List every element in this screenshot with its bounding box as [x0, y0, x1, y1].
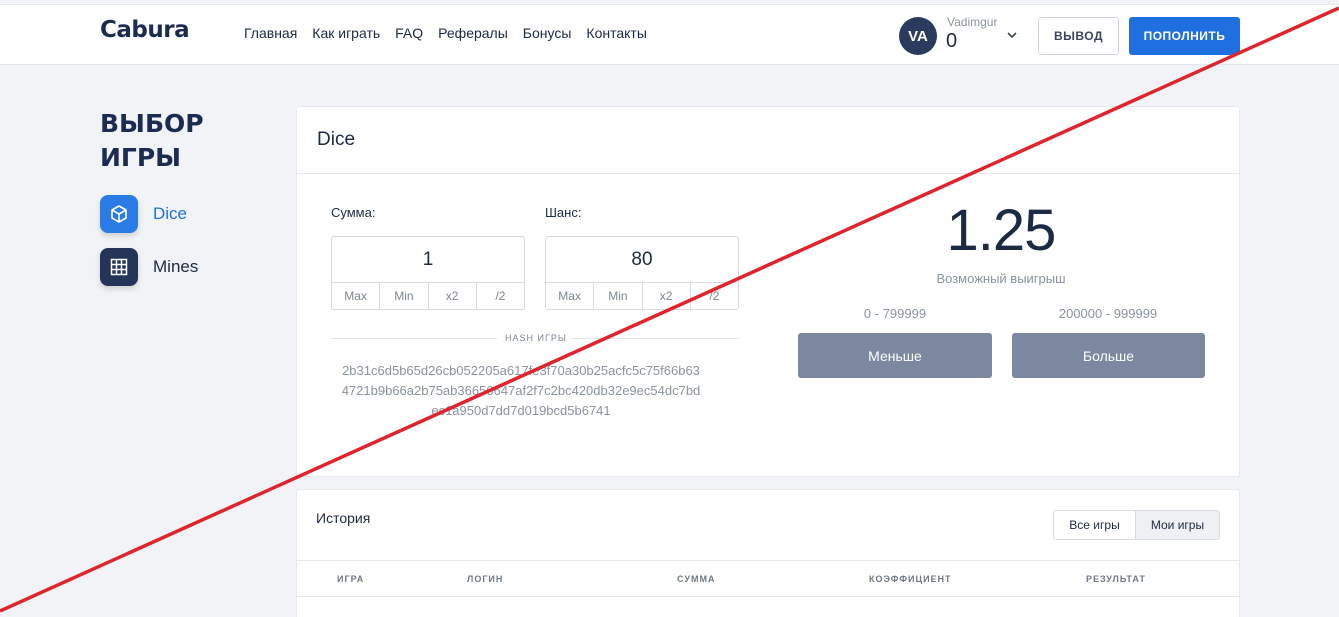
chance-input-group: Max Min x2 /2	[545, 236, 739, 310]
history-card: История Все игры Мои игры ИГРА ЛОГИН СУМ…	[296, 489, 1240, 617]
nav-how-to-play[interactable]: Как играть	[312, 25, 380, 41]
sum-min-button[interactable]: Min	[380, 283, 429, 309]
divider	[297, 596, 1239, 597]
top-header: Cabura Главная Как играть FAQ Рефералы Б…	[0, 4, 1339, 65]
nav-faq[interactable]: FAQ	[395, 25, 423, 41]
column-header-sum: СУММА	[677, 574, 716, 584]
main-nav: Главная Как играть FAQ Рефералы Бонусы К…	[244, 25, 647, 41]
divider	[331, 338, 497, 339]
chance-label: Шанс:	[545, 205, 582, 220]
sidebar-item-mines[interactable]: Mines	[100, 248, 198, 286]
more-range: 200000 - 999999	[1058, 306, 1158, 321]
chance-modifiers: Max Min x2 /2	[546, 282, 738, 309]
chevron-down-icon[interactable]	[1006, 29, 1018, 41]
hash-title: HASH ИГРЫ	[505, 333, 567, 343]
sum-label: Сумма:	[331, 205, 376, 220]
logo[interactable]: Cabura	[100, 17, 190, 43]
filter-my-games[interactable]: Мои игры	[1136, 511, 1219, 539]
divider	[571, 338, 739, 339]
sidebar-item-dice[interactable]: Dice	[100, 195, 187, 233]
column-header-result: РЕЗУЛЬТАТ	[1086, 574, 1146, 584]
sum-modifiers: Max Min x2 /2	[332, 282, 524, 309]
column-header-login: ЛОГИН	[467, 574, 504, 584]
less-range: 0 - 799999	[863, 306, 927, 321]
nav-referrals[interactable]: Рефералы	[438, 25, 508, 41]
sum-input-group: Max Min x2 /2	[331, 236, 525, 310]
chance-max-button[interactable]: Max	[546, 283, 595, 309]
sidebar-item-label: Mines	[153, 257, 199, 276]
chance-half-button[interactable]: /2	[691, 283, 738, 309]
divider	[297, 173, 1239, 174]
history-title: История	[316, 510, 371, 526]
avatar[interactable]: VA	[899, 17, 937, 55]
sum-input[interactable]	[332, 237, 524, 282]
username: Vadimgur	[947, 15, 998, 29]
sum-double-button[interactable]: x2	[429, 283, 477, 309]
sum-half-button[interactable]: /2	[477, 283, 524, 309]
cube-icon	[100, 195, 138, 233]
dice-game-card: Dice Сумма: Max Min x2 /2 Шанс: Max Min …	[296, 106, 1240, 477]
hash-value: 2b31c6d5b65d26cb052205a617fe3f70a30b25ac…	[341, 363, 701, 418]
column-header-coefficient: КОЭФФИЦИЕНТ	[869, 574, 952, 584]
sum-max-button[interactable]: Max	[332, 283, 381, 309]
divider	[297, 560, 1239, 561]
sidebar-item-label: Dice	[153, 204, 188, 223]
chance-double-button[interactable]: x2	[643, 283, 691, 309]
history-filter: Все игры Мои игры	[1053, 510, 1220, 540]
deposit-button[interactable]: ПОПОЛНИТЬ	[1129, 17, 1240, 55]
bet-less-button[interactable]: Меньше	[798, 333, 992, 378]
filter-all-games[interactable]: Все игры	[1054, 511, 1136, 539]
nav-home[interactable]: Главная	[244, 25, 297, 41]
nav-bonuses[interactable]: Бонусы	[523, 25, 572, 41]
withdraw-button[interactable]: ВЫВОД	[1038, 17, 1119, 55]
page: Cabura Главная Как играть FAQ Рефералы Б…	[0, 0, 1339, 617]
grid-icon	[100, 248, 138, 286]
bet-more-button[interactable]: Больше	[1012, 333, 1205, 378]
column-header-game: ИГРА	[337, 574, 365, 584]
chance-min-button[interactable]: Min	[594, 283, 643, 309]
balance-value: 0	[946, 30, 958, 52]
sidebar-title: ВЫБОР ИГРЫ	[100, 109, 204, 172]
possible-win-value: 1.25	[946, 198, 1057, 263]
chance-input[interactable]	[546, 237, 738, 282]
possible-win-label: Возможный выигрыш	[936, 271, 1066, 286]
nav-contacts[interactable]: Контакты	[586, 25, 646, 41]
game-title: Dice	[317, 129, 356, 150]
